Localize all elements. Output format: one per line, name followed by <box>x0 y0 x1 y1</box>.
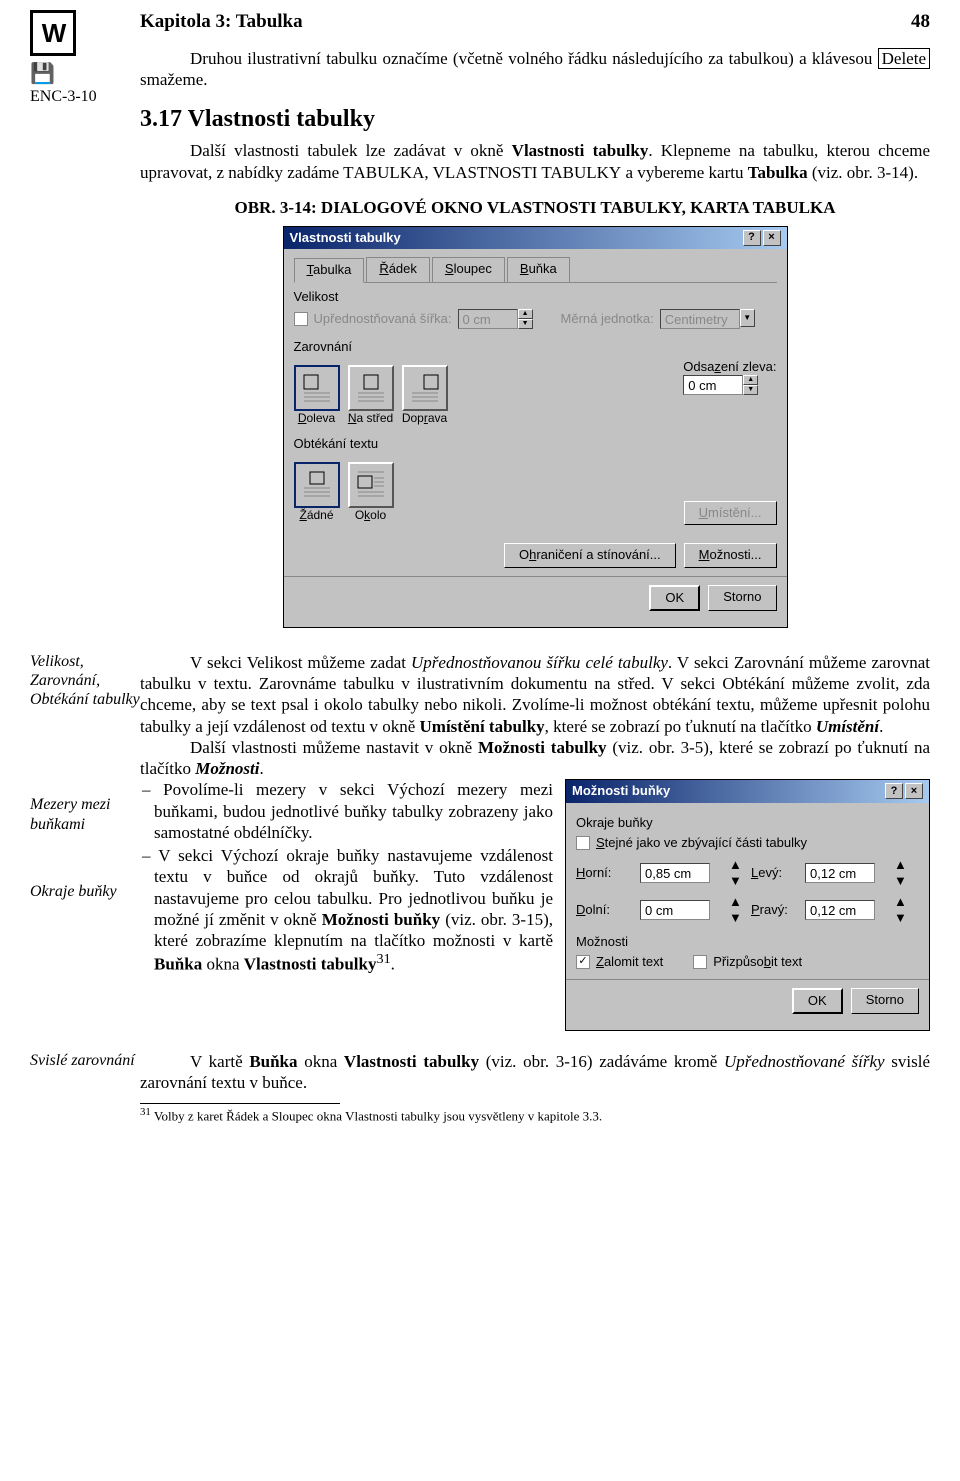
dialog2-title: Možnosti buňky <box>572 783 670 799</box>
chevron-down-icon: ▼ <box>740 309 755 327</box>
paragraph-2: Další vlastnosti tabulek lze zadávat v o… <box>140 140 930 183</box>
align-center-option[interactable] <box>348 365 394 411</box>
margin-note-1: Velikost, Zarovnání, Obtékání tabulky <box>30 652 140 710</box>
dialog-moznosti-bunky: Možnosti buňky ? × Okraje buňky Stejné j… <box>565 779 930 1031</box>
spinner-down-icon[interactable]: ▼ <box>743 385 758 395</box>
select-unit: Centimetry <box>660 309 740 329</box>
key-delete: Delete <box>878 48 930 69</box>
wrap-around-option[interactable] <box>348 462 394 508</box>
page-number: 48 <box>911 10 930 34</box>
spinner-down-icon: ▼ <box>518 319 533 329</box>
input-pref-width: 0 cm <box>458 309 518 329</box>
margin-note-3: Okraje buňky <box>30 882 140 901</box>
lbl-dolni: Dolní: <box>576 902 636 918</box>
spinner-down-icon[interactable]: ▼ <box>729 910 747 926</box>
dialog-vlastnosti-tabulky: Vlastnosti tabulky ? × Tabulka Řádek Slo… <box>283 226 788 628</box>
spinner-up-icon[interactable]: ▲ <box>894 857 912 873</box>
spinner-down-icon[interactable]: ▼ <box>894 910 912 926</box>
dialog-title: Vlastnosti tabulky <box>290 230 401 246</box>
tab-radek[interactable]: Řádek <box>366 257 430 281</box>
spinner-up-icon[interactable]: ▲ <box>743 375 758 385</box>
input-indent[interactable]: 0 cm <box>683 375 743 395</box>
opt-label: Okolo <box>348 508 394 523</box>
checkbox-zalomit[interactable] <box>576 955 590 969</box>
input-horni[interactable]: 0,85 cm <box>640 863 710 883</box>
label-same-as-rest: Stejné jako ve zbývající části tabulky <box>596 835 807 851</box>
opt-label: Žádné <box>294 508 340 523</box>
button-ohraniceni[interactable]: Ohraničení a stínování... <box>504 543 676 567</box>
input-dolni[interactable]: 0 cm <box>640 900 710 920</box>
align-left-option[interactable] <box>294 365 340 411</box>
word-logo-icon: W <box>30 10 76 56</box>
input-pravy[interactable]: 0,12 cm <box>805 900 875 920</box>
cancel-button[interactable]: Storno <box>851 988 919 1014</box>
tab-bunka[interactable]: Buňka <box>507 257 570 281</box>
chapter-title: Kapitola 3: Tabulka <box>140 10 303 34</box>
opt-label: Doprava <box>402 411 448 426</box>
spinner-down-icon[interactable]: ▼ <box>729 873 747 889</box>
opt-label: Na střed <box>348 411 394 426</box>
checkbox-same-as-rest[interactable] <box>576 836 590 850</box>
lbl-pravy: Pravý: <box>751 902 801 918</box>
close-icon[interactable]: × <box>763 230 781 246</box>
save-icon: 💾 <box>30 62 140 87</box>
enc-code: ENC-3-10 <box>30 87 140 107</box>
opt-label: Doleva <box>294 411 340 426</box>
align-right-option[interactable] <box>402 365 448 411</box>
spinner-down-icon[interactable]: ▼ <box>894 873 912 889</box>
cancel-button[interactable]: Storno <box>708 585 776 611</box>
spinner-up-icon[interactable]: ▲ <box>729 894 747 910</box>
close-icon[interactable]: × <box>905 783 923 799</box>
spinner-up-icon[interactable]: ▲ <box>894 894 912 910</box>
wrap-none-option[interactable] <box>294 462 340 508</box>
paragraph-intro: Druhou ilustrativní tabulku označíme (vč… <box>140 48 930 91</box>
label-unit: Měrná jednotka: <box>561 311 654 327</box>
group-moznosti2: Možnosti <box>576 934 919 950</box>
ok-button[interactable]: OK <box>792 988 843 1014</box>
footnote: 31 Volby z karet Řádek a Sloupec okna Vl… <box>140 1106 930 1125</box>
checkbox-pref-width[interactable] <box>294 312 308 326</box>
label-indent: Odsazení zleva: <box>683 359 776 375</box>
tab-sloupec[interactable]: Sloupec <box>432 257 505 281</box>
help-icon[interactable]: ? <box>885 783 903 799</box>
button-moznosti[interactable]: Možnosti... <box>684 543 777 567</box>
spinner-up-icon: ▲ <box>518 309 533 319</box>
figure-caption: OBR. 3-14: DIALOGOVÉ OKNO VLASTNOSTI TAB… <box>140 197 930 218</box>
lbl-horni: Horní: <box>576 865 636 881</box>
label-pref-width: Upřednostňovaná šířka: <box>314 311 452 327</box>
paragraph-3: V sekci Velikost můžeme zadat Upřednostň… <box>140 652 930 737</box>
input-levy[interactable]: 0,12 cm <box>805 863 875 883</box>
ok-button[interactable]: OK <box>649 585 700 611</box>
margin-note-4: Svislé zarovnání <box>30 1051 140 1070</box>
group-zarovnani: Zarovnání <box>294 339 777 355</box>
button-umisteni: Umístění... <box>684 501 777 525</box>
lbl-zalomit: Zalomit text <box>596 954 663 970</box>
help-icon[interactable]: ? <box>743 230 761 246</box>
lbl-prizpusobit: Přizpůsobit text <box>713 954 802 970</box>
margin-note-2: Mezery mezi buňkami <box>30 795 140 833</box>
group-velikost: Velikost <box>294 289 777 305</box>
group-obtekani: Obtékání textu <box>294 436 777 452</box>
checkbox-prizpusobit[interactable] <box>693 955 707 969</box>
section-heading: 3.17 Vlastnosti tabulky <box>140 104 930 134</box>
tab-tabulka[interactable]: Tabulka <box>294 258 365 282</box>
spinner-up-icon[interactable]: ▲ <box>729 857 747 873</box>
group-okraje: Okraje buňky <box>576 815 919 831</box>
lbl-levy: Levý: <box>751 865 801 881</box>
paragraph-5: V kartě Buňka okna Vlastnosti tabulky (v… <box>140 1051 930 1094</box>
paragraph-4: Další vlastnosti můžeme nastavit v okně … <box>140 737 930 780</box>
